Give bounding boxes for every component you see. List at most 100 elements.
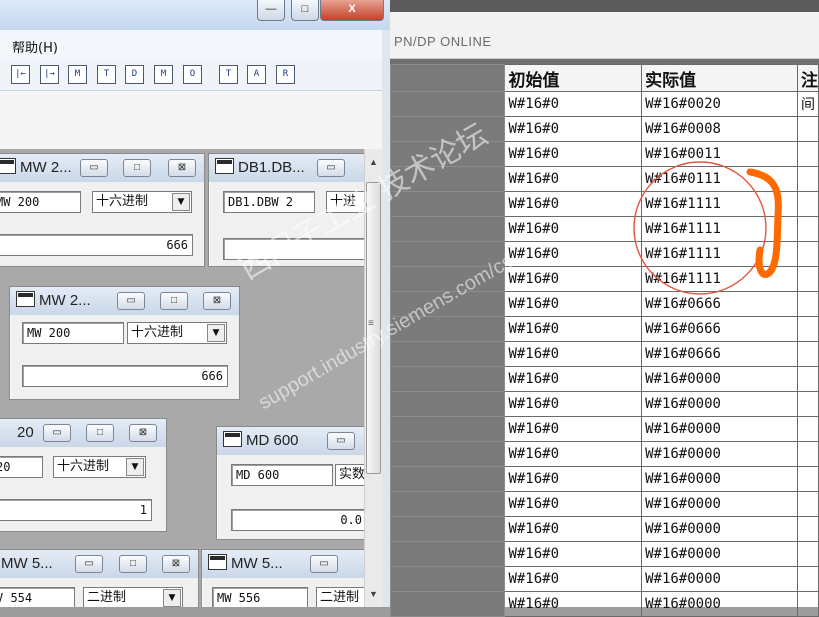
- initial-value-cell[interactable]: W#16#0: [504, 341, 643, 367]
- initial-value-cell[interactable]: W#16#0: [504, 141, 643, 167]
- modify-icon[interactable]: M: [154, 65, 173, 84]
- minimize-button[interactable]: —: [257, 0, 285, 21]
- comment-cell[interactable]: [796, 141, 819, 167]
- actual-value-cell[interactable]: W#16#1111: [641, 241, 798, 267]
- menu-help[interactable]: 帮助(H): [12, 37, 58, 56]
- comment-cell[interactable]: [796, 491, 819, 517]
- table-row[interactable]: W#16#0 W#16#1111: [389, 216, 819, 242]
- table-row[interactable]: W#16#0 W#16#0000: [389, 441, 819, 467]
- comment-cell[interactable]: [796, 166, 819, 192]
- var-table-window[interactable]: 20 ▭ □ ⊠ 20 十六进制▼ 1: [0, 418, 167, 532]
- format-select[interactable]: 二进制: [316, 587, 371, 607]
- comment-cell[interactable]: [796, 391, 819, 417]
- var-table-window[interactable]: MW 5... ▭ □ ⊠ V 554 二进制▼: [0, 549, 199, 607]
- initial-value-cell[interactable]: W#16#0: [504, 516, 643, 542]
- comment-cell[interactable]: [796, 216, 819, 242]
- format-select[interactable]: 十六进制 ▼: [53, 456, 146, 478]
- table-row[interactable]: W#16#0 W#16#0000: [389, 541, 819, 567]
- initial-value-cell[interactable]: W#16#0: [504, 166, 643, 192]
- actual-value-cell[interactable]: W#16#0666: [641, 341, 798, 367]
- actual-value-cell[interactable]: W#16#0000: [641, 591, 798, 617]
- format-select[interactable]: 二进制 ▼: [83, 587, 183, 607]
- insert-row-after-icon[interactable]: |→: [40, 65, 59, 84]
- initial-value-cell[interactable]: W#16#0: [504, 566, 643, 592]
- insert-row-icon[interactable]: |←: [11, 65, 30, 84]
- row-address-cell[interactable]: [389, 466, 506, 492]
- table-row[interactable]: W#16#0 W#16#0000: [389, 591, 819, 617]
- table-row[interactable]: W#16#0 W#16#0000: [389, 416, 819, 442]
- initial-value-cell[interactable]: W#16#0: [504, 241, 643, 267]
- close-button[interactable]: ⊠: [168, 159, 196, 177]
- initial-value-cell[interactable]: W#16#0: [504, 91, 643, 117]
- actual-value-cell[interactable]: W#16#0000: [641, 516, 798, 542]
- actual-value-cell[interactable]: W#16#1111: [641, 216, 798, 242]
- close-button[interactable]: ⊠: [203, 292, 231, 310]
- initial-value-cell[interactable]: W#16#0: [504, 266, 643, 292]
- address-field[interactable]: MW 556: [212, 587, 308, 607]
- maximize-button[interactable]: □: [119, 555, 147, 573]
- initial-value-cell[interactable]: W#16#0: [504, 116, 643, 142]
- address-field[interactable]: MW 200: [22, 322, 124, 344]
- initial-value-cell[interactable]: W#16#0: [504, 466, 643, 492]
- actual-value-cell[interactable]: W#16#0111: [641, 166, 798, 192]
- online-icon[interactable]: O: [183, 65, 202, 84]
- initial-value-cell[interactable]: W#16#0: [504, 541, 643, 567]
- initial-value-cell[interactable]: W#16#0: [504, 191, 643, 217]
- value-field[interactable]: 1: [0, 499, 152, 521]
- format-select[interactable]: 十六进制 ▼: [127, 322, 227, 344]
- var-table-window[interactable]: MW 2... ▭ □ ⊠ MW 200 十六进制 ▼ 666: [0, 153, 205, 267]
- value-field[interactable]: 666: [0, 234, 193, 256]
- row-address-cell[interactable]: [389, 541, 506, 567]
- actual-value-cell[interactable]: W#16#0000: [641, 366, 798, 392]
- initial-value-cell[interactable]: W#16#0: [504, 316, 643, 342]
- actual-value-cell[interactable]: W#16#1111: [641, 266, 798, 292]
- minimize-button[interactable]: ▭: [117, 292, 145, 310]
- row-address-cell[interactable]: [389, 441, 506, 467]
- maximize-button[interactable]: □: [291, 0, 319, 21]
- close-button[interactable]: ⊠: [129, 424, 157, 442]
- actual-value-cell[interactable]: W#16#0000: [641, 566, 798, 592]
- value-field[interactable]: 666: [22, 365, 228, 387]
- comment-cell[interactable]: [796, 316, 819, 342]
- row-address-cell[interactable]: [389, 591, 506, 617]
- row-address-cell[interactable]: [389, 516, 506, 542]
- initial-value-cell[interactable]: W#16#0: [504, 416, 643, 442]
- minimize-button[interactable]: ▭: [317, 159, 345, 177]
- comment-cell[interactable]: 间: [796, 91, 819, 117]
- table-row[interactable]: W#16#0 W#16#0000: [389, 491, 819, 517]
- actual-value-cell[interactable]: W#16#0000: [641, 491, 798, 517]
- var-table-window[interactable]: MW 5... ▭ MW 556 二进制: [201, 549, 371, 607]
- comment-cell[interactable]: [796, 366, 819, 392]
- var-table-window[interactable]: MW 2... ▭ □ ⊠ MW 200 十六进制 ▼ 666: [9, 286, 240, 400]
- table-row[interactable]: W#16#0 W#16#0000: [389, 366, 819, 392]
- comment-cell[interactable]: [796, 466, 819, 492]
- close-button[interactable]: X: [320, 0, 384, 21]
- column-header-actual[interactable]: 实际值: [641, 64, 798, 92]
- trigger-icon[interactable]: T: [97, 65, 116, 84]
- minimize-button[interactable]: ▭: [43, 424, 71, 442]
- table-row[interactable]: W#16#0 W#16#0666: [389, 341, 819, 367]
- column-header-comment[interactable]: 注: [796, 64, 819, 92]
- initial-value-cell[interactable]: W#16#0: [504, 441, 643, 467]
- comment-cell[interactable]: [796, 241, 819, 267]
- monitor-icon[interactable]: M: [68, 65, 87, 84]
- row-address-cell[interactable]: [389, 216, 506, 242]
- comment-cell[interactable]: [796, 341, 819, 367]
- actual-value-cell[interactable]: W#16#0008: [641, 116, 798, 142]
- row-address-cell[interactable]: [389, 91, 506, 117]
- row-address-cell[interactable]: [389, 366, 506, 392]
- minimize-button[interactable]: ▭: [310, 555, 338, 573]
- comment-cell[interactable]: [796, 541, 819, 567]
- comment-cell[interactable]: [796, 566, 819, 592]
- comment-cell[interactable]: [796, 116, 819, 142]
- table-row[interactable]: W#16#0 W#16#0000: [389, 391, 819, 417]
- address-field[interactable]: V 554: [0, 587, 75, 607]
- maximize-button[interactable]: □: [160, 292, 188, 310]
- minimize-button[interactable]: ▭: [327, 432, 355, 450]
- address-field[interactable]: MW 200: [0, 191, 81, 213]
- initial-value-cell[interactable]: W#16#0: [504, 291, 643, 317]
- actual-value-cell[interactable]: W#16#1111: [641, 191, 798, 217]
- actual-value-cell[interactable]: W#16#0011: [641, 141, 798, 167]
- address-field[interactable]: MD 600: [231, 464, 333, 486]
- table-row[interactable]: W#16#0 W#16#1111: [389, 241, 819, 267]
